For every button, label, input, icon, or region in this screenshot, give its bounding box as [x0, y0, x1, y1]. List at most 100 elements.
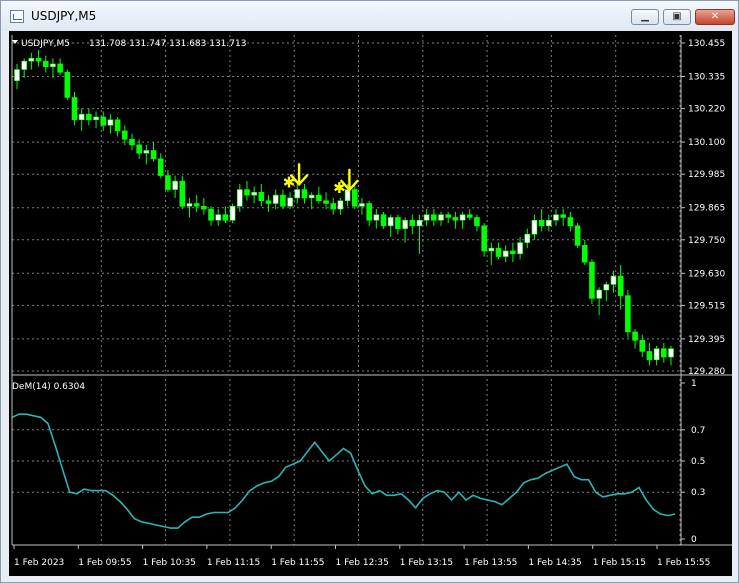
candle-body — [395, 217, 401, 229]
candle-body — [502, 250, 509, 257]
candle-body — [459, 214, 466, 221]
axes: 130.455 130.335 130.220 130.100 129.985 129.8… — [11, 35, 732, 568]
time-tick-label: 1 Feb 11:15 — [207, 558, 260, 568]
candle-body — [143, 150, 150, 154]
candle-body — [351, 189, 358, 207]
candle-body — [617, 275, 624, 296]
candle-body — [57, 63, 63, 73]
candle-body — [546, 219, 552, 227]
candle-body — [639, 339, 646, 352]
candle-body — [308, 194, 315, 199]
candle-body — [201, 206, 207, 210]
candle-body — [258, 192, 265, 202]
candle-body — [466, 214, 473, 218]
candle-body — [373, 214, 380, 221]
close-button[interactable]: ✕ — [695, 9, 735, 25]
candle-body — [574, 225, 581, 246]
candle-body — [265, 200, 272, 204]
candle-body — [251, 192, 257, 196]
candle-body — [474, 217, 480, 227]
candle-body — [589, 261, 595, 299]
candle-body — [215, 214, 222, 221]
chart-canvas[interactable]: ✱ ✱ 130.455 130.335 130.220 130.100 129.985 12… — [9, 31, 732, 576]
price-tick-label: 130.220 — [688, 105, 725, 115]
time-tick-label: 1 Feb 09:55 — [78, 558, 131, 568]
candle-body — [445, 214, 452, 218]
indicator-tick-label: 1 — [691, 379, 697, 389]
candle-body — [157, 158, 164, 176]
candle-body — [122, 130, 128, 140]
chart-window: USDJPY,M5 ▁ ▣ ✕ ✱ ✱ 130.455 130.335 130.220… — [0, 0, 739, 583]
chart-window-icon — [10, 10, 24, 23]
candle-body — [71, 97, 78, 121]
candle-body — [359, 203, 365, 207]
candle-body — [136, 144, 142, 154]
candle-body — [387, 217, 394, 227]
candle-body — [78, 113, 85, 121]
candle-body — [14, 69, 20, 81]
candle-body — [172, 180, 178, 190]
candle-body — [301, 189, 308, 199]
candle-body — [64, 72, 71, 98]
price-tick-label: 130.335 — [688, 72, 725, 82]
minimize-button[interactable]: ▁ — [631, 9, 659, 25]
price-tick-label: 129.515 — [688, 301, 725, 311]
candle-body — [581, 245, 588, 263]
candle-body — [553, 214, 559, 221]
indicator-tick-label: 0.5 — [691, 457, 705, 467]
candle-body — [208, 208, 214, 221]
time-tick-label: 1 Feb 13:15 — [400, 558, 453, 568]
candle-body — [481, 225, 487, 252]
candle-body — [538, 219, 545, 227]
candle-body — [179, 180, 186, 207]
candle-body — [280, 194, 286, 207]
time-tick-label: 1 Feb 12:35 — [336, 558, 389, 568]
price-tick-label: 129.630 — [688, 269, 725, 279]
candle-body — [107, 119, 114, 126]
candle-body — [423, 214, 430, 221]
candle-body — [222, 214, 229, 221]
time-tick-label: 1 Feb 11:55 — [271, 558, 324, 568]
time-tick-label: 1 Feb 2023 — [14, 558, 64, 568]
candle-body — [229, 206, 236, 221]
candle-body — [323, 200, 329, 204]
candle-body — [236, 189, 243, 207]
candle-body — [114, 119, 121, 132]
indicator-tick-label: 0.7 — [691, 426, 705, 436]
price-tick-label: 129.985 — [688, 170, 725, 180]
candle-body — [438, 214, 444, 221]
candle-body — [431, 214, 437, 221]
candle-body — [524, 233, 531, 243]
grid-lines — [12, 35, 681, 545]
candle-body — [646, 351, 653, 361]
candle-body — [50, 63, 56, 68]
demarker-line — [11, 413, 676, 529]
time-tick-label: 1 Feb 15:15 — [593, 558, 646, 568]
indicator-label: DeM(14) 0.6304 — [12, 382, 85, 392]
indicator-tick-label: 0 — [691, 535, 697, 545]
candle-body — [150, 150, 157, 160]
signal-star: ✱ — [283, 173, 296, 191]
price-tick-label: 129.395 — [688, 335, 725, 345]
title-bar[interactable]: USDJPY,M5 ▁ ▣ ✕ — [1, 1, 738, 31]
time-tick-label: 1 Feb 14:35 — [528, 558, 581, 568]
price-tick-label: 129.280 — [688, 367, 725, 377]
candle-body — [330, 203, 337, 210]
candle-body — [35, 58, 42, 62]
candle-body — [100, 116, 107, 126]
maximize-button[interactable]: ▣ — [663, 9, 691, 25]
signal-star: ✱ — [333, 179, 346, 197]
candle-body — [510, 250, 516, 255]
candle-body — [596, 289, 602, 299]
candle-body — [186, 203, 193, 207]
price-tick-label: 129.865 — [688, 204, 725, 214]
symbol-label: USDJPY,M5 — [21, 39, 70, 49]
candle-body — [28, 58, 35, 62]
candle-body — [632, 331, 638, 341]
candle-body — [380, 214, 387, 227]
candle-body — [409, 219, 416, 227]
candle-body — [337, 200, 344, 210]
candle-body — [294, 189, 301, 199]
chart-area[interactable]: ✱ ✱ 130.455 130.335 130.220 130.100 129.985 12… — [9, 31, 732, 576]
candle-body — [668, 348, 674, 358]
